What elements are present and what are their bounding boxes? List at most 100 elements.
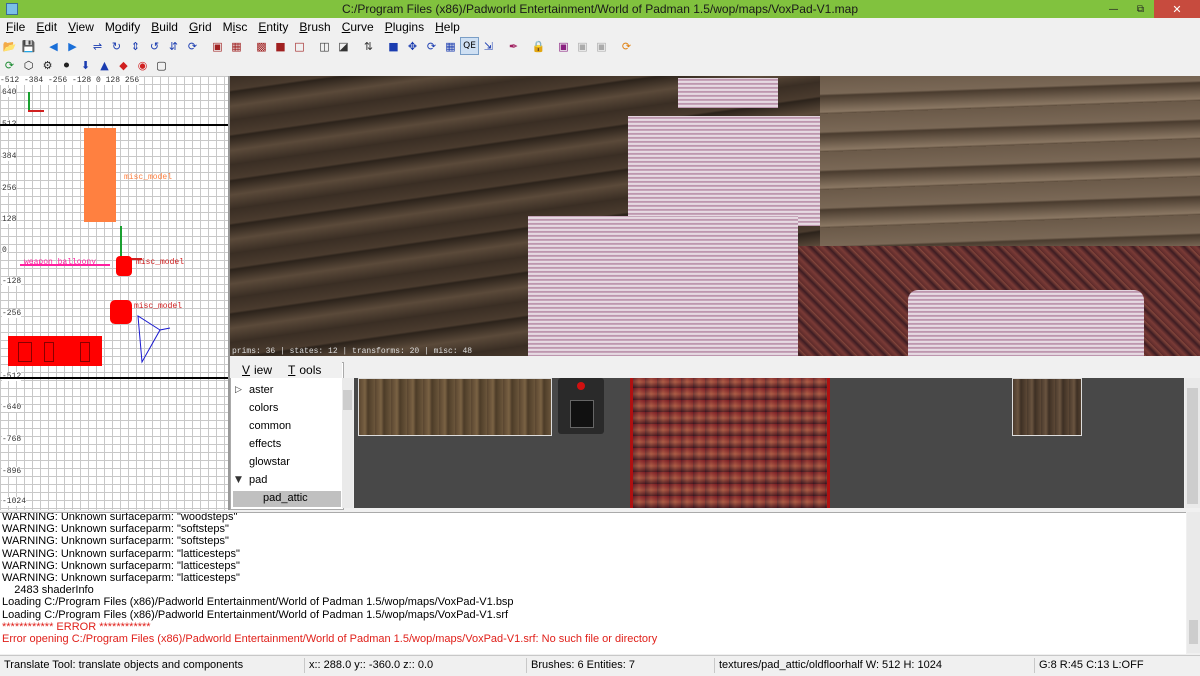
- menu-entity[interactable]: Entity: [252, 20, 293, 34]
- hollow-icon[interactable]: □: [290, 37, 309, 55]
- texture-tree-scrollbar[interactable]: [342, 378, 353, 508]
- menu-plugins[interactable]: Plugins: [379, 20, 429, 34]
- texture-scrollbar[interactable]: [1185, 378, 1200, 508]
- tree-item-pad[interactable]: pad: [249, 474, 267, 486]
- menu-build[interactable]: Build: [145, 20, 183, 34]
- map-icon[interactable]: ▢: [152, 57, 171, 75]
- tree-scroll-thumb[interactable]: [343, 390, 352, 410]
- texture-thumb-carpet[interactable]: [630, 378, 830, 508]
- menu-help[interactable]: Help: [429, 20, 465, 34]
- translate-icon[interactable]: ✥: [403, 37, 422, 55]
- qe-tool-button[interactable]: QE: [460, 37, 479, 55]
- scale-icon[interactable]: ▦: [441, 37, 460, 55]
- console-scroll-thumb[interactable]: [1189, 620, 1198, 644]
- camera-icon[interactable]: ■: [384, 37, 403, 55]
- refresh-icon[interactable]: ⟳: [617, 37, 636, 55]
- pause-icon[interactable]: ◉: [133, 57, 152, 75]
- texture-thumbnails[interactable]: [354, 378, 1184, 508]
- log-line: Loading C:/Program Files (x86)/Padworld …: [2, 608, 509, 621]
- log-line: WARNING: Unknown surfaceparm: "woodsteps…: [2, 512, 238, 523]
- resize-icon[interactable]: ⇲: [479, 37, 498, 55]
- menu-grid[interactable]: Grid: [183, 20, 217, 34]
- status-texture: textures/pad_attic/oldfloorhalf W: 512 H…: [714, 658, 1009, 673]
- texture-lock-icon[interactable]: ⇅: [359, 37, 378, 55]
- selected-model-2[interactable]: [110, 300, 132, 324]
- app-icon: [6, 3, 18, 15]
- minimize-icon[interactable]: —: [1100, 0, 1127, 18]
- tree-icon[interactable]: ▲: [95, 57, 114, 75]
- collapsed-arrow-icon[interactable]: ▷: [235, 385, 242, 395]
- tree-item-glowstar[interactable]: glowstar: [249, 456, 290, 468]
- region-boundary-top: [0, 124, 228, 126]
- tree-item-colors[interactable]: colors: [249, 402, 278, 414]
- y-tick-label: 640: [2, 88, 17, 97]
- log-line: WARNING: Unknown surfaceparm: "latticest…: [2, 547, 240, 560]
- menu-curve[interactable]: Curve: [336, 20, 379, 34]
- menu-modify[interactable]: Modify: [99, 20, 145, 34]
- grid-view-2d[interactable]: -512 -384 -256 -128 0 128 256 6405123842…: [0, 76, 230, 510]
- filter-icon[interactable]: ▣: [573, 37, 592, 55]
- open-icon[interactable]: 📂: [0, 37, 19, 55]
- y-tick-label: 128: [2, 215, 17, 224]
- close-icon[interactable]: ✕: [1154, 0, 1200, 18]
- camera-frustum: [137, 315, 171, 364]
- selected-model-1[interactable]: [116, 256, 132, 276]
- drop-icon[interactable]: ◆: [114, 57, 133, 75]
- camera-view-3d[interactable]: prims: 36 | states: 12 | transforms: 20 …: [230, 76, 1200, 356]
- hexagon-icon[interactable]: ⬡: [19, 57, 38, 75]
- menu-edit[interactable]: Edit: [30, 20, 62, 34]
- texture-menu-view[interactable]: View: [230, 363, 276, 377]
- gear-icon[interactable]: ⚙: [38, 57, 57, 75]
- select-touching-icon[interactable]: ▣: [208, 37, 227, 55]
- menu-misc[interactable]: Misc: [217, 20, 253, 34]
- lock-icon[interactable]: 🔒: [529, 37, 548, 55]
- texture-thumb-wood[interactable]: [358, 378, 552, 436]
- save-icon[interactable]: 💾: [19, 37, 38, 55]
- rotate-y-icon[interactable]: ↺: [145, 37, 164, 55]
- flip-z-icon[interactable]: ⇵: [164, 37, 183, 55]
- arrow-down-icon[interactable]: ⬇: [76, 57, 95, 75]
- change-view-icon[interactable]: ◪: [334, 37, 353, 55]
- console-log[interactable]: WARNING: Unknown surfaceparm: "woodsteps…: [0, 512, 1186, 654]
- log-error-line: ************ ERROR ************: [2, 620, 151, 633]
- log-line: WARNING: Unknown surfaceparm: "softsteps…: [2, 535, 229, 548]
- csg-subtract-icon[interactable]: ▩: [252, 37, 271, 55]
- restore-icon[interactable]: ⧉: [1127, 0, 1154, 18]
- rotate-icon[interactable]: ⟳: [422, 37, 441, 55]
- tree-item-aster[interactable]: aster: [249, 384, 273, 396]
- expanded-arrow-icon[interactable]: ▼: [235, 475, 242, 485]
- texture-thumb-wood-2[interactable]: [1012, 378, 1082, 436]
- menu-file[interactable]: File: [0, 20, 30, 34]
- flip-x-icon[interactable]: ⇌: [88, 37, 107, 55]
- texture-scroll-thumb[interactable]: [1187, 388, 1198, 504]
- select-inside-icon[interactable]: ▦: [227, 37, 246, 55]
- menu-view[interactable]: View: [62, 20, 99, 34]
- texture-tree[interactable]: ▷ aster colors common effects glowstar ▼ pad pad…: [230, 362, 344, 510]
- y-tick-label: -256: [2, 309, 22, 318]
- window-controls: — ⧉ ✕: [1100, 0, 1200, 18]
- switch-light-icon: [577, 382, 585, 390]
- patch-icon[interactable]: ✒: [504, 37, 523, 55]
- redo-icon[interactable]: ▶: [63, 37, 82, 55]
- csg-merge-icon[interactable]: ■: [271, 37, 290, 55]
- flip-y-icon[interactable]: ⇕: [126, 37, 145, 55]
- shader-icon[interactable]: ▣: [554, 37, 573, 55]
- log-error-line: Error opening C:/Program Files (x86)/Pad…: [2, 633, 658, 645]
- status-counts: Brushes: 6 Entities: 7: [526, 658, 711, 673]
- texture-menu-tools[interactable]: Tools: [276, 363, 325, 377]
- rotate-x-icon[interactable]: ↻: [107, 37, 126, 55]
- filter-2-icon[interactable]: ▣: [592, 37, 611, 55]
- vehicle-icon[interactable]: ⚫: [57, 57, 76, 75]
- menu-brush[interactable]: Brush: [293, 20, 335, 34]
- rotate-z-icon[interactable]: ⟳: [183, 37, 202, 55]
- log-line: 2483 shaderInfo: [2, 584, 94, 597]
- tree-item-pad_attic[interactable]: pad_attic: [263, 492, 308, 504]
- console-scrollbar[interactable]: [1187, 512, 1200, 653]
- undo-icon[interactable]: ◀: [44, 37, 63, 55]
- tree-item-common[interactable]: common: [249, 420, 291, 432]
- tree-item-effects[interactable]: effects: [249, 438, 281, 450]
- clipper-icon[interactable]: ◫: [315, 37, 334, 55]
- misc-model-box[interactable]: [84, 128, 116, 222]
- texture-thumb-switch[interactable]: [558, 378, 604, 434]
- rotate-cycle-icon[interactable]: ⟳: [0, 57, 19, 75]
